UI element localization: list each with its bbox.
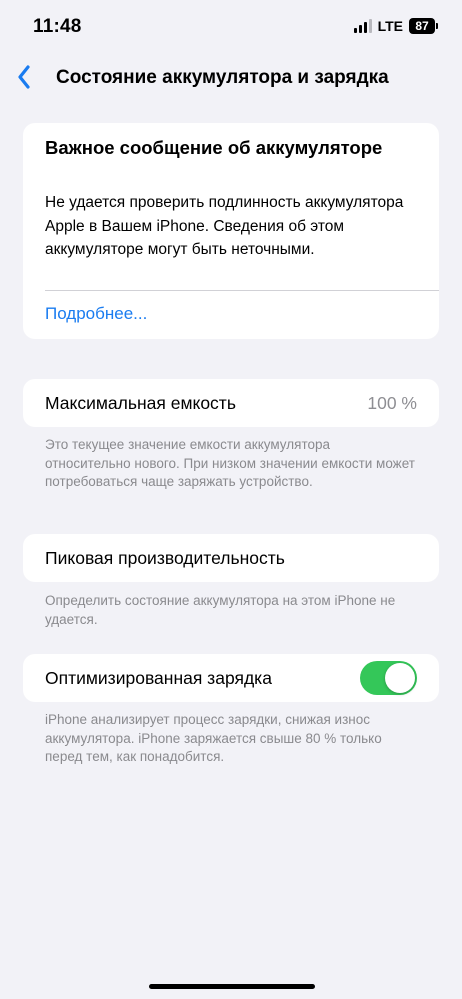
max-capacity-footnote: Это текущее значение емкости аккумулятор… (45, 437, 415, 489)
chevron-left-icon (18, 65, 30, 89)
optimized-charging-label: Оптимизированная зарядка (45, 668, 272, 688)
peak-performance-footnote: Определить состояние аккумулятора на это… (45, 593, 396, 627)
max-capacity-value: 100 % (367, 393, 417, 413)
alert-body: Не удается проверить подлинность аккумул… (45, 194, 404, 258)
optimized-charging-toggle[interactable] (360, 661, 417, 695)
optimized-charging-row: Оптимизированная зарядка (23, 654, 439, 702)
home-indicator[interactable] (149, 984, 315, 989)
alert-title: Важное сообщение об аккумуляторе (45, 137, 383, 158)
back-button[interactable] (10, 62, 38, 92)
battery-icon: 87 (409, 18, 438, 34)
status-indicators: LTE 87 (353, 18, 438, 34)
divider (45, 290, 439, 291)
battery-level: 87 (409, 18, 435, 34)
toggle-knob (385, 663, 415, 693)
learn-more-link[interactable]: Подробнее... (45, 304, 147, 324)
battery-alert-card: Важное сообщение об аккумуляторе Не удае… (23, 123, 439, 339)
cellular-signal-icon (353, 19, 372, 33)
network-type-label: LTE (377, 18, 403, 34)
optimized-charging-footnote: iPhone анализирует процесс зарядки, сниж… (45, 712, 382, 764)
peak-performance-row: Пиковая производительность (23, 534, 439, 582)
peak-performance-label: Пиковая производительность (45, 548, 285, 568)
navigation-bar: Состояние аккумулятора и зарядка (0, 58, 462, 98)
page-title: Состояние аккумулятора и зарядка (56, 67, 389, 88)
max-capacity-row: Максимальная емкость 100 % (23, 379, 439, 427)
status-time: 11:48 (33, 16, 82, 37)
status-bar: 11:48 LTE 87 (0, 0, 462, 56)
max-capacity-label: Максимальная емкость (45, 393, 236, 413)
